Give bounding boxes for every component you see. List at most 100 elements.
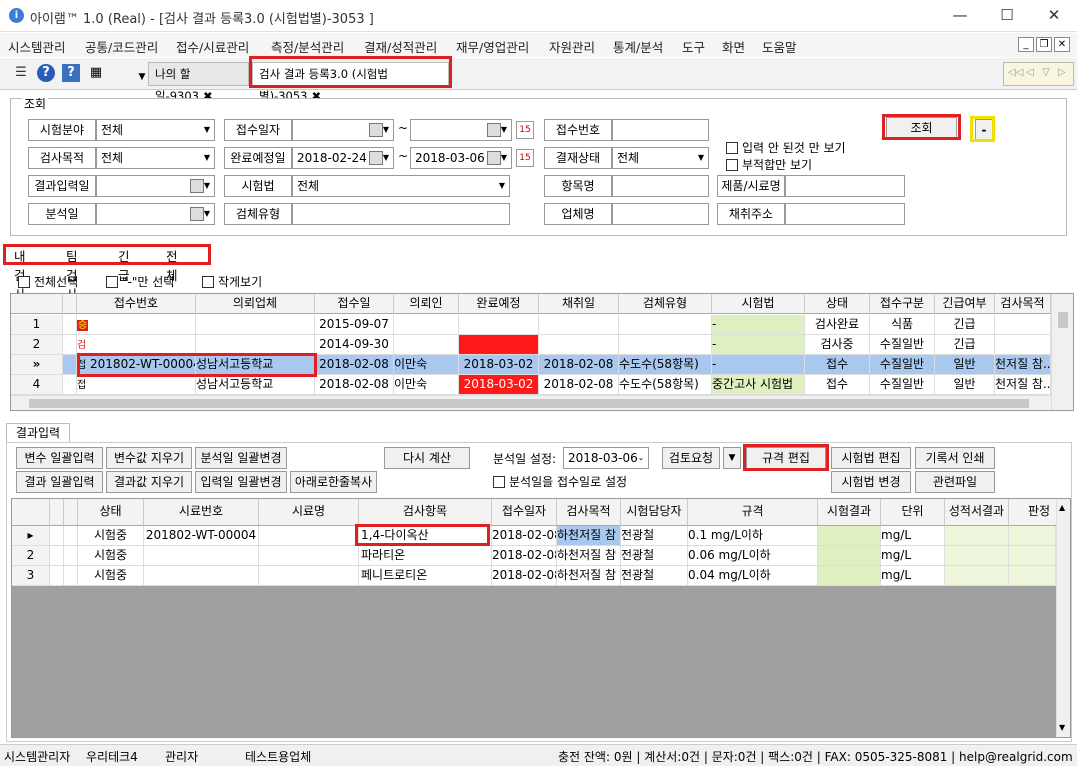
grid-header[interactable]: 의뢰인 xyxy=(394,294,459,314)
help-icon[interactable]: ? xyxy=(37,64,55,82)
table-cell[interactable]: 검사완료 xyxy=(805,315,870,335)
grid-header[interactable]: 시험법 xyxy=(712,294,805,314)
table-cell[interactable]: mg/L xyxy=(881,526,945,546)
table-cell[interactable]: 이만숙 xyxy=(394,355,459,375)
grid-header[interactable]: 시험결과 xyxy=(818,499,881,526)
next-tab-icon[interactable]: ▷ xyxy=(1058,67,1066,78)
scroll-thumb[interactable] xyxy=(1058,312,1068,328)
table-cell[interactable] xyxy=(259,546,359,566)
table-cell[interactable]: 2018-02-08 xyxy=(539,375,619,395)
menu-common-code[interactable]: 공통/코드관리 xyxy=(85,37,158,56)
table-cell[interactable]: 2018-02-08 xyxy=(492,546,557,566)
table-cell[interactable]: 시험중 xyxy=(78,526,144,546)
checkbox-nonconform[interactable]: 부적합만 보기 xyxy=(726,156,812,173)
table-cell[interactable]: 전광철 xyxy=(621,566,688,586)
grid-header[interactable]: 시료번호 xyxy=(144,499,259,526)
method-change-button[interactable]: 시험법 변경 xyxy=(831,471,911,493)
grid-header[interactable]: 긴급여부 xyxy=(935,294,995,314)
table-cell[interactable]: 전광철 xyxy=(621,546,688,566)
table-cell[interactable] xyxy=(144,566,259,586)
menu-tools[interactable]: 도구 xyxy=(682,37,705,56)
clear-variable-button[interactable]: 변수값 지우기 xyxy=(106,447,192,469)
input-collect-addr[interactable] xyxy=(785,203,905,225)
grid-header[interactable]: 규격 xyxy=(688,499,818,526)
method-edit-button[interactable]: 시험법 편집 xyxy=(831,447,911,469)
row-check[interactable] xyxy=(63,315,77,335)
input-product[interactable] xyxy=(785,175,905,197)
calendar-button[interactable]: 15 xyxy=(516,121,534,139)
table-cell[interactable]: 천저질 참... xyxy=(995,355,1051,375)
tab-result-input[interactable]: 결과입력 xyxy=(6,423,70,443)
input-due-date-to[interactable]: 2018-03-06 ▼ xyxy=(410,147,512,169)
table-cell[interactable]: 검 xyxy=(77,335,196,355)
table-cell[interactable]: 하천저질 참 xyxy=(557,526,621,546)
book-icon[interactable]: ▦ xyxy=(87,64,105,82)
review-request-button[interactable]: 검토요청 xyxy=(662,447,720,469)
input-receipt-date-to[interactable]: ▼ xyxy=(410,119,512,141)
checkbox-select-all[interactable]: 전체선택 xyxy=(18,273,78,290)
checkbox-compact[interactable]: 작게보기 xyxy=(202,273,262,290)
table-cell[interactable] xyxy=(945,526,1009,546)
menu-measure[interactable]: 측정/분석관리 xyxy=(271,37,344,56)
menu-help[interactable]: 도움말 xyxy=(762,37,797,56)
table-cell[interactable] xyxy=(1009,546,1056,566)
table-cell[interactable] xyxy=(1009,566,1056,586)
table-cell[interactable]: 2018-02-08 xyxy=(315,355,394,375)
bulk-variable-input-button[interactable]: 변수 일괄입력 xyxy=(16,447,103,469)
help-book-icon[interactable]: ? xyxy=(62,64,80,82)
grid-header[interactable]: 상태 xyxy=(78,499,144,526)
menu-view[interactable]: 화면 xyxy=(722,37,745,56)
table-cell[interactable] xyxy=(818,566,881,586)
table-cell[interactable]: 성남서고등학교 xyxy=(196,375,315,395)
table-cell[interactable] xyxy=(619,335,712,355)
menu-finance[interactable]: 재무/영업관리 xyxy=(456,37,529,56)
row-check[interactable] xyxy=(50,526,64,546)
maximize-button[interactable]: ☐ xyxy=(984,0,1030,32)
table-cell[interactable]: 페니트로티온 xyxy=(359,566,492,586)
input-item[interactable] xyxy=(612,175,709,197)
table-cell[interactable]: 2018-02-08 xyxy=(539,355,619,375)
table-cell[interactable] xyxy=(259,526,359,546)
table-cell[interactable]: 수도수(58항목) xyxy=(619,355,712,375)
vertical-scrollbar[interactable]: ▲ ▼ xyxy=(1056,499,1070,737)
row-check[interactable] xyxy=(63,335,77,355)
table-cell[interactable]: 일반 xyxy=(935,375,995,395)
grid-header[interactable]: 접수일자 xyxy=(492,499,557,526)
checkbox-box[interactable] xyxy=(726,159,738,171)
grid-header[interactable]: 채취일 xyxy=(539,294,619,314)
menu-approval[interactable]: 결재/성적관리 xyxy=(364,37,437,56)
table-cell[interactable]: - xyxy=(712,355,805,375)
row-check[interactable] xyxy=(63,355,77,375)
table-cell[interactable] xyxy=(818,526,881,546)
input-due-date-from[interactable]: 2018-02-24 ▼ xyxy=(292,147,394,169)
input-company[interactable] xyxy=(612,203,709,225)
input-analysis-date[interactable]: ▼ xyxy=(96,203,215,225)
table-cell[interactable]: 식품 xyxy=(870,315,935,335)
grid-header[interactable]: 상태 xyxy=(805,294,870,314)
clear-result-button[interactable]: 결과값 지우기 xyxy=(106,471,192,493)
list-icon[interactable]: ☰ xyxy=(12,64,30,82)
table-cell[interactable]: 201802-WT-00004 xyxy=(144,526,259,546)
select-approval[interactable]: 전체 ▼ xyxy=(612,147,709,169)
table-cell[interactable]: 0.06 mg/L이하 xyxy=(688,546,818,566)
input-result-date[interactable]: ▼ xyxy=(96,175,215,197)
table-cell[interactable]: 하천저질 참 xyxy=(557,546,621,566)
scroll-thumb[interactable] xyxy=(29,399,1029,408)
grid-header[interactable]: 접수일 xyxy=(315,294,394,314)
grid-header[interactable]: 검체유형 xyxy=(619,294,712,314)
analysis-date-select[interactable]: 2018-03-06 ⌄ xyxy=(563,447,649,469)
table-cell[interactable] xyxy=(394,335,459,355)
grid-header[interactable]: 단위 xyxy=(881,499,945,526)
input-receipt-date-from[interactable]: ▼ xyxy=(292,119,394,141)
table-cell[interactable]: 수질일반 xyxy=(870,335,935,355)
table-cell[interactable]: 2018-02-08 xyxy=(492,526,557,546)
related-files-button[interactable]: 관련파일 xyxy=(915,471,995,493)
table-cell[interactable]: 수도수(58항목) xyxy=(619,375,712,395)
input-sample-type[interactable] xyxy=(292,203,510,225)
row-check[interactable] xyxy=(50,546,64,566)
menu-resource[interactable]: 자원관리 xyxy=(549,37,595,56)
table-cell[interactable]: 시험중 xyxy=(78,566,144,586)
table-cell[interactable]: 긴급 xyxy=(935,315,995,335)
menu-system[interactable]: 시스템관리 xyxy=(8,37,66,56)
table-cell[interactable] xyxy=(995,335,1051,355)
